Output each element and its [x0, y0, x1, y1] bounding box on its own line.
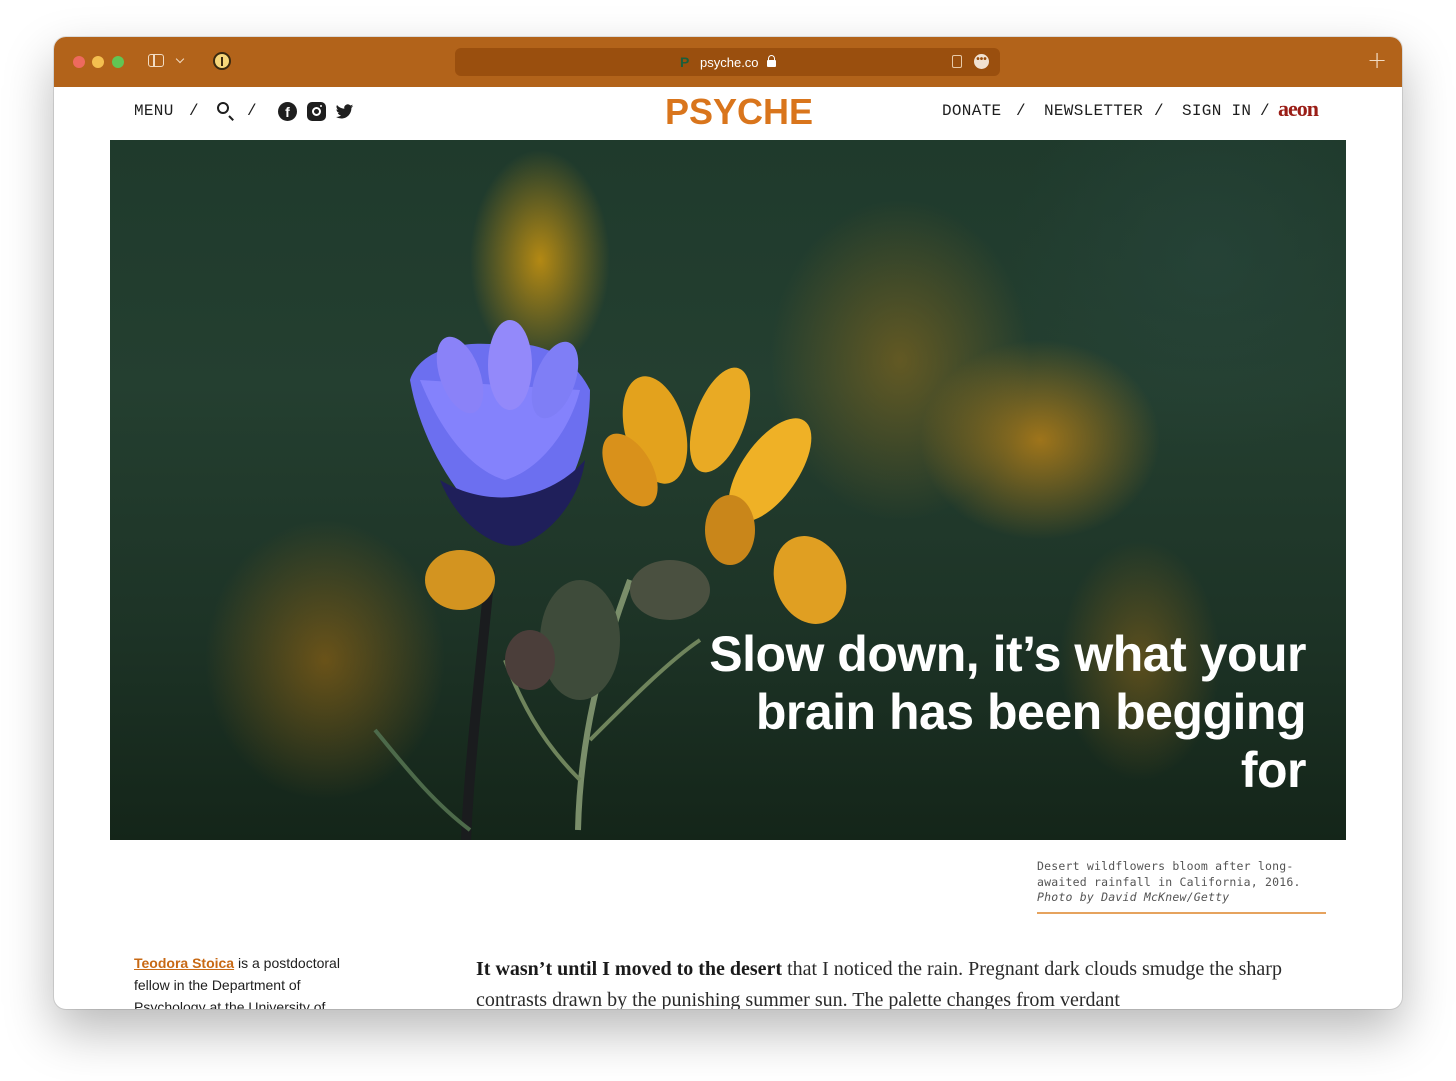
search-icon[interactable] — [217, 102, 229, 114]
article-headline: Slow down, it’s what your brain has been… — [709, 626, 1306, 798]
donate-link[interactable]: DONATE — [942, 102, 1001, 120]
close-window-button[interactable] — [73, 56, 85, 68]
newsletter-link[interactable]: NEWSLETTER — [1044, 102, 1143, 120]
author-link[interactable]: Teodora Stoica — [134, 955, 234, 971]
header-separator: / — [1016, 102, 1026, 120]
menu-button[interactable]: MENU — [134, 102, 174, 120]
site-header: MENU / / f PSYCHE DONATE / NEWSLETTER / … — [54, 87, 1402, 140]
header-separator: / — [189, 102, 199, 120]
minimize-window-button[interactable] — [92, 56, 104, 68]
sidebar-toggle-icon[interactable] — [148, 54, 164, 67]
header-separator: / — [1260, 102, 1270, 120]
image-caption: Desert wildflowers bloom after long-awai… — [1037, 859, 1327, 906]
chevron-down-icon[interactable] — [175, 54, 185, 64]
header-separator: / — [247, 102, 257, 120]
lock-icon — [767, 55, 776, 67]
caption-text: Desert wildflowers bloom after long-awai… — [1037, 859, 1301, 889]
hero-image: Slow down, it’s what your brain has been… — [110, 140, 1346, 840]
author-bio: Teodora Stoica is a postdoctoral fellow … — [134, 952, 364, 1009]
password-manager-icon[interactable] — [213, 52, 231, 70]
reader-view-icon[interactable] — [952, 55, 962, 68]
caption-divider — [1037, 912, 1326, 914]
aeon-logo[interactable]: aeon — [1278, 96, 1319, 122]
more-options-icon[interactable]: ••• — [974, 54, 989, 69]
zoom-window-button[interactable] — [112, 56, 124, 68]
article-lead-bold: It wasn’t until I moved to the desert — [476, 958, 783, 980]
header-separator: / — [1154, 102, 1164, 120]
facebook-icon[interactable]: f — [278, 102, 297, 121]
url-text[interactable]: psyche.co — [700, 55, 759, 70]
twitter-icon[interactable] — [335, 102, 354, 121]
sign-in-link[interactable]: SIGN IN — [1182, 102, 1251, 120]
caption-credit: Photo by David McKnew/Getty — [1037, 890, 1230, 904]
new-tab-button[interactable]: + — [1367, 46, 1387, 74]
browser-toolbar: P psyche.co ••• + — [54, 37, 1402, 87]
site-favicon: P — [680, 54, 690, 70]
browser-window: P psyche.co ••• + MENU / / f PSYCHE DONA… — [54, 37, 1402, 1009]
instagram-icon[interactable] — [307, 102, 326, 121]
article-body: It wasn’t until I moved to the desert th… — [476, 954, 1316, 1009]
psyche-logo[interactable]: PSYCHE — [665, 91, 813, 133]
address-bar[interactable]: P psyche.co ••• — [455, 48, 1000, 76]
